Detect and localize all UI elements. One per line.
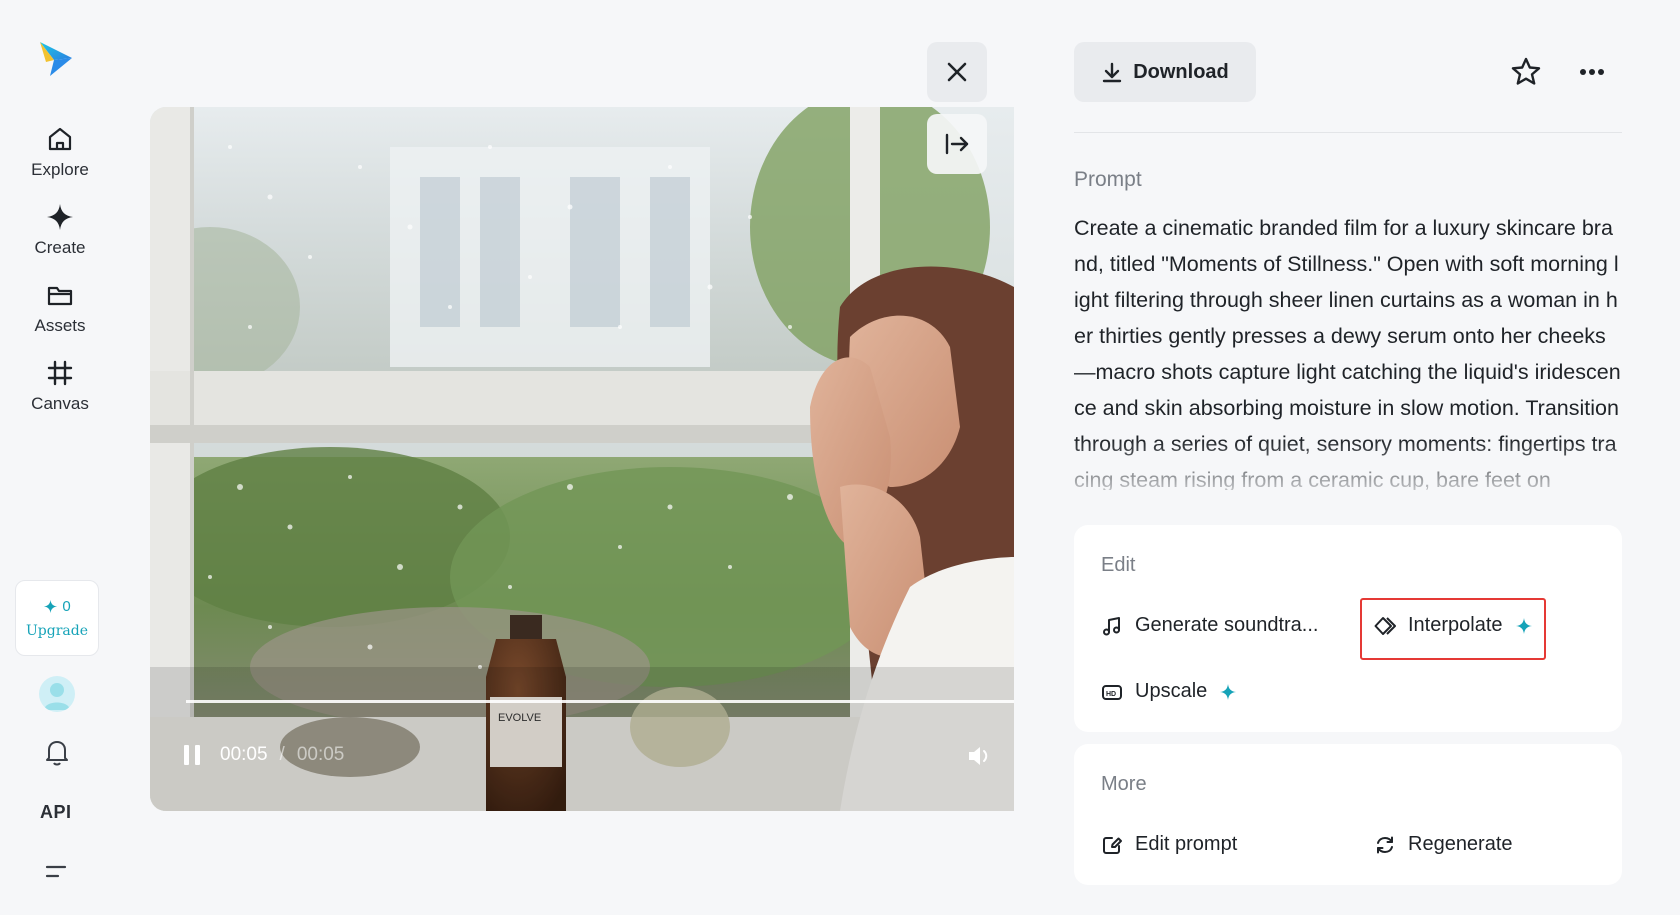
prompt-text: Create a cinematic branded film for a lu… — [1074, 216, 1621, 490]
edit-prompt-icon — [1103, 836, 1122, 854]
sidebar-item-create[interactable]: Create — [16, 202, 104, 272]
regenerate-button[interactable]: Regenerate — [1374, 833, 1513, 856]
diamond-icon — [47, 204, 73, 230]
pause-button[interactable] — [184, 743, 208, 767]
credits-count: 0 — [62, 597, 71, 615]
sidebar: Explore Create Assets Canvas 0 Upgrade A… — [0, 0, 120, 915]
home-icon — [48, 127, 72, 151]
collapse-panel-button[interactable] — [927, 114, 987, 174]
close-button[interactable] — [927, 42, 987, 102]
action-label: Upscale — [1135, 680, 1208, 702]
sidebar-item-assets[interactable]: Assets — [16, 280, 104, 350]
edit-card: Edit Generate soundtra... Interpolate HD… — [1074, 525, 1622, 732]
download-label: Download — [1133, 60, 1229, 83]
svg-text:HD: HD — [1106, 691, 1116, 698]
star-icon[interactable] — [1510, 56, 1542, 88]
time-separator: / — [279, 744, 285, 765]
sidebar-item-explore[interactable]: Explore — [16, 124, 104, 194]
current-time: 00:05 — [220, 744, 268, 765]
edit-title: Edit — [1101, 554, 1136, 576]
credits-indicator: 0 — [43, 597, 71, 615]
avatar[interactable] — [39, 676, 75, 712]
close-icon — [947, 62, 967, 82]
edit-prompt-button[interactable]: Edit prompt — [1101, 833, 1237, 856]
video-player[interactable]: EVOLVE 00:05 / 00:05 — [150, 107, 1014, 811]
api-link[interactable]: API — [40, 802, 72, 823]
download-icon — [1103, 62, 1122, 83]
more-card: More Edit prompt Regenerate — [1074, 744, 1622, 885]
prompt-heading: Prompt — [1074, 168, 1142, 191]
total-time: 00:05 — [296, 744, 345, 765]
upgrade-button[interactable]: 0 Upgrade — [15, 580, 99, 656]
action-label: Edit prompt — [1135, 833, 1238, 855]
more-title: More — [1101, 773, 1147, 795]
arrow-right-to-bar-icon — [945, 133, 969, 155]
folder-icon — [47, 286, 73, 306]
download-button[interactable]: Download — [1074, 42, 1256, 102]
paper-plane-logo-icon[interactable] — [36, 38, 76, 78]
upgrade-label: Upgrade — [25, 622, 88, 639]
canvas-crop-icon — [47, 360, 73, 386]
interpolate-icon — [1374, 616, 1396, 635]
music-note-icon — [1103, 616, 1120, 635]
divider — [1074, 132, 1622, 133]
sidebar-item-label: Explore — [31, 160, 89, 179]
upscale-button[interactable]: HD Upscale — [1101, 680, 1237, 703]
more-options-icon[interactable] — [1576, 56, 1608, 88]
sidebar-item-label: Assets — [34, 316, 86, 335]
sidebar-item-label: Create — [34, 238, 86, 257]
sparkle-icon — [44, 599, 58, 613]
user-avatar-icon — [44, 683, 70, 710]
sparkle-icon — [1220, 683, 1237, 700]
video-controls: 00:05 / 00:05 — [184, 743, 344, 767]
menu-collapse-icon[interactable] — [44, 862, 68, 882]
sidebar-item-label: Canvas — [31, 394, 89, 413]
regenerate-icon — [1377, 836, 1393, 853]
generate-soundtrack-button[interactable]: Generate soundtra... — [1101, 614, 1318, 637]
hd-icon: HD — [1102, 684, 1122, 700]
sparkle-icon — [1515, 617, 1532, 634]
action-label: Interpolate — [1408, 614, 1503, 636]
action-label: Regenerate — [1408, 833, 1513, 855]
sidebar-item-canvas[interactable]: Canvas — [16, 358, 104, 428]
video-frame-image: EVOLVE — [150, 107, 1014, 811]
interpolate-button[interactable]: Interpolate — [1374, 614, 1533, 637]
action-label: Generate soundtra... — [1135, 614, 1319, 636]
bell-icon[interactable] — [44, 738, 70, 766]
volume-icon[interactable] — [966, 743, 994, 769]
video-progress-bar[interactable] — [186, 700, 1014, 703]
